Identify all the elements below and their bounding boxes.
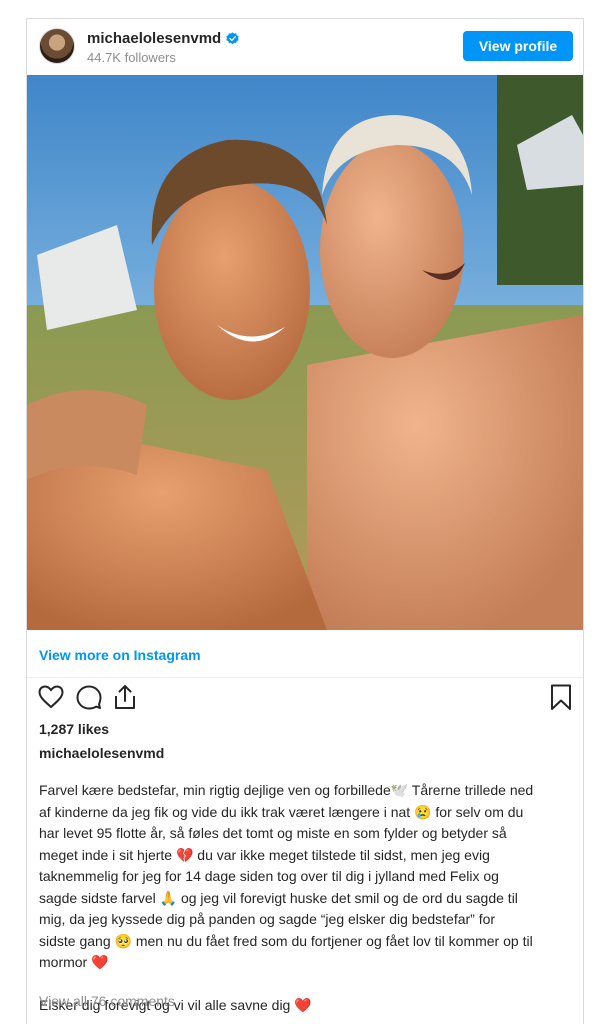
view-profile-button[interactable]: View profile: [463, 31, 573, 61]
likes-count[interactable]: 1,287 likes: [39, 721, 109, 737]
bookmark-icon[interactable]: [547, 683, 575, 711]
username-row: michaelolesenvmd: [87, 29, 239, 47]
action-bar: [27, 683, 583, 717]
share-icon[interactable]: [111, 683, 139, 711]
caption-line: af kinderne da jeg fik og vide du ikk tr…: [39, 803, 524, 820]
caption-line: taknemmelig for jeg for 14 dage siden to…: [39, 868, 499, 884]
follower-count: 44.7K followers: [87, 50, 176, 65]
heart-icon[interactable]: [37, 683, 65, 711]
verified-badge-icon: [226, 31, 239, 44]
instagram-embed-card: michaelolesenvmd 44.7K followers View pr…: [26, 18, 584, 1024]
caption-line: mormor ❤️: [39, 954, 109, 970]
post-photo[interactable]: [27, 75, 583, 630]
avatar[interactable]: [39, 28, 75, 64]
caption-line: har levet 95 flotte år, så føles det tom…: [39, 825, 507, 841]
post-caption: Farvel kære bedstefar, min rigtig dejlig…: [39, 780, 569, 1016]
caption-line: meget inde i sit hjerte 💔 du var ikke me…: [39, 846, 490, 863]
caption-line: sidste gang 🥺 men nu du fået fred som du…: [39, 932, 533, 949]
caption-line: mig, da jeg kyssede dig på panden og sag…: [39, 911, 496, 927]
username-link[interactable]: michaelolesenvmd: [87, 30, 221, 47]
caption-line: Farvel kære bedstefar, min rigtig dejlig…: [39, 782, 534, 798]
view-more-on-instagram-link[interactable]: View more on Instagram: [39, 647, 201, 663]
caption-line: sagde sidste farvel 🙏 og jeg vil forevig…: [39, 889, 518, 906]
embed-page: michaelolesenvmd 44.7K followers View pr…: [0, 0, 614, 1024]
view-all-comments-link[interactable]: View all 76 comments: [39, 993, 175, 1009]
view-more-row: View more on Instagram: [27, 630, 583, 678]
caption-username[interactable]: michaelolesenvmd: [39, 745, 164, 761]
post-header: michaelolesenvmd 44.7K followers View pr…: [27, 19, 583, 75]
comment-bubble-icon[interactable]: [75, 683, 103, 711]
user-block: michaelolesenvmd 44.7K followers: [87, 29, 239, 65]
